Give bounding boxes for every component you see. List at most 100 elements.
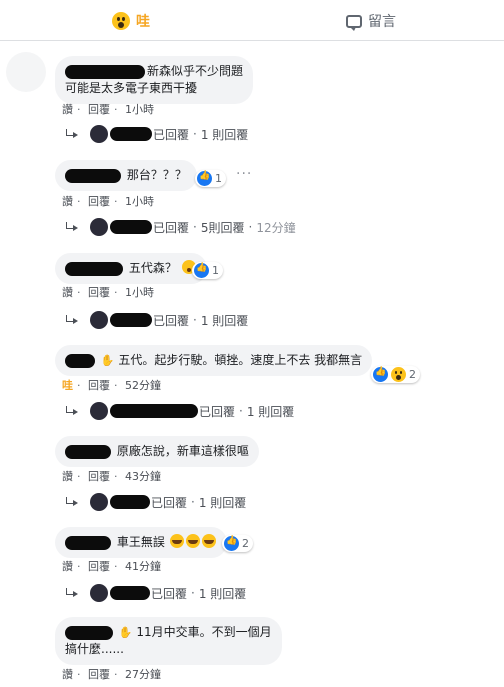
like-link[interactable]: 讚 bbox=[62, 195, 73, 208]
reaction-count-badge[interactable]: 2 bbox=[371, 366, 420, 383]
more-options-icon[interactable]: ··· bbox=[236, 166, 252, 182]
avatar[interactable] bbox=[6, 52, 46, 92]
comment-text: 新森似乎不少問題 bbox=[147, 64, 244, 78]
reply-time: 12分鐘 bbox=[256, 220, 296, 235]
timestamp[interactable]: 41分鐘 bbox=[125, 560, 161, 573]
comment-actions: 讚 · 回覆 · 43分鐘 bbox=[62, 470, 161, 483]
comment-bubble: 原廠怎說，新車這樣很嘔 bbox=[55, 436, 259, 467]
reply-count: 1 則回覆 bbox=[246, 404, 295, 419]
commenter-name-redacted[interactable] bbox=[65, 261, 123, 276]
commenter-name-redacted[interactable] bbox=[65, 444, 111, 459]
timestamp[interactable]: 1小時 bbox=[125, 103, 154, 116]
reply-count: 5則回覆 bbox=[200, 220, 245, 235]
wow-reaction-icon bbox=[391, 367, 406, 382]
comment: ✋ 11月中交車。不到一個月 搞什麼...... bbox=[55, 617, 282, 665]
replies-link[interactable]: 已回覆 · 5則回覆 · 12分鐘 bbox=[66, 218, 296, 236]
reply-arrow-icon bbox=[66, 497, 78, 507]
comment-button-label: 留言 bbox=[368, 14, 396, 30]
reaction-bar: 哇 留言 bbox=[0, 0, 504, 41]
reply-link[interactable]: 回覆 bbox=[88, 668, 110, 681]
like-link[interactable]: 讚 bbox=[62, 103, 73, 116]
wow-button[interactable]: 哇 bbox=[112, 11, 150, 31]
comment: 五代森？ bbox=[55, 253, 207, 284]
commenter-name-redacted[interactable] bbox=[65, 535, 111, 550]
timestamp[interactable]: 1小時 bbox=[125, 195, 154, 208]
comment-bubble: ✋ 11月中交車。不到一個月 搞什麼...... bbox=[55, 617, 282, 665]
reaction-count-badge[interactable]: 2 bbox=[222, 535, 253, 552]
comment-bubble: 那台？？？ bbox=[55, 160, 197, 191]
replied-text: 已回覆 bbox=[199, 404, 236, 419]
avatar bbox=[90, 402, 108, 420]
comment: 那台？？？ bbox=[55, 160, 197, 191]
hand-icon: ✋ bbox=[100, 354, 115, 367]
comment-text: 五代森？ bbox=[128, 261, 177, 275]
reply-arrow-icon bbox=[66, 588, 78, 598]
replier-name-redacted bbox=[110, 495, 150, 509]
reply-link[interactable]: 回覆 bbox=[88, 286, 110, 299]
reply-arrow-icon bbox=[66, 315, 78, 325]
commenter-name-redacted[interactable] bbox=[65, 353, 95, 368]
comment-text: 五代。起步行駛。頓挫。速度上不去 我都無言 bbox=[118, 353, 363, 367]
replies-link[interactable]: 已回覆 · 1 則回覆 bbox=[66, 402, 294, 420]
hand-icon: ✋ bbox=[118, 626, 133, 639]
reply-count: 1 則回覆 bbox=[198, 586, 247, 601]
commenter-name-redacted[interactable] bbox=[65, 168, 121, 183]
reply-link[interactable]: 回覆 bbox=[88, 379, 110, 392]
reply-link[interactable]: 回覆 bbox=[88, 103, 110, 116]
replied-text: 已回覆 bbox=[153, 220, 190, 235]
like-link[interactable]: 讚 bbox=[62, 560, 73, 573]
reaction-count-badge[interactable]: 1 bbox=[192, 262, 223, 279]
avatar bbox=[90, 218, 108, 236]
comment-text: 11月中交車。不到一個月 bbox=[136, 625, 272, 639]
like-link[interactable]: 讚 bbox=[62, 668, 73, 681]
comment-text: 車王無誤 bbox=[116, 535, 165, 549]
comment-text: 那台？？？ bbox=[126, 168, 187, 182]
like-reaction-icon bbox=[194, 263, 209, 278]
reply-link[interactable]: 回覆 bbox=[88, 560, 110, 573]
comment: 新森似乎不少問題 可能是太多電子東西干擾 bbox=[55, 56, 254, 104]
replies-link[interactable]: 已回覆 · 1 則回覆 bbox=[66, 311, 248, 329]
reply-link[interactable]: 回覆 bbox=[88, 470, 110, 483]
reply-count: 1 則回覆 bbox=[200, 127, 249, 142]
replies-link[interactable]: 已回覆 · 1 則回覆 bbox=[66, 584, 246, 602]
wow-reaction-icon bbox=[112, 12, 130, 30]
timestamp[interactable]: 52分鐘 bbox=[125, 379, 161, 392]
replies-link[interactable]: 已回覆 · 1 則回覆 bbox=[66, 493, 246, 511]
comment: 車王無誤 bbox=[55, 527, 227, 558]
reply-arrow-icon bbox=[66, 129, 78, 139]
timestamp[interactable]: 43分鐘 bbox=[125, 470, 161, 483]
replier-name-redacted bbox=[110, 127, 152, 141]
replies-link[interactable]: 已回覆 · 1 則回覆 bbox=[66, 125, 248, 143]
laughing-emoji-icon bbox=[201, 534, 216, 548]
wow-link[interactable]: 哇 bbox=[62, 379, 73, 392]
replied-text: 已回覆 bbox=[153, 313, 190, 328]
comment: 原廠怎說，新車這樣很嘔 bbox=[55, 436, 259, 467]
commenter-name-redacted[interactable] bbox=[65, 64, 145, 79]
reply-link[interactable]: 回覆 bbox=[88, 195, 110, 208]
comment-text: 可能是太多電子東西干擾 bbox=[65, 81, 198, 95]
reaction-count-badge[interactable]: 1 bbox=[195, 170, 226, 187]
comment-button[interactable]: 留言 bbox=[346, 11, 396, 31]
wow-button-label: 哇 bbox=[136, 14, 150, 30]
reply-count: 1 則回覆 bbox=[200, 313, 249, 328]
comment-actions: 讚 · 回覆 · 27分鐘 bbox=[62, 668, 161, 681]
replier-name-redacted bbox=[110, 220, 152, 234]
replier-name-redacted bbox=[110, 404, 198, 418]
avatar bbox=[90, 584, 108, 602]
like-reaction-icon bbox=[197, 171, 212, 186]
reply-arrow-icon bbox=[66, 222, 78, 232]
replied-text: 已回覆 bbox=[153, 127, 190, 142]
like-link[interactable]: 讚 bbox=[62, 286, 73, 299]
replier-name-redacted bbox=[110, 313, 152, 327]
commenter-name-redacted[interactable] bbox=[65, 625, 113, 640]
replier-name-redacted bbox=[110, 586, 150, 600]
comment-bubble: 五代森？ bbox=[55, 253, 207, 284]
like-link[interactable]: 讚 bbox=[62, 470, 73, 483]
timestamp[interactable]: 27分鐘 bbox=[125, 668, 161, 681]
reply-arrow-icon bbox=[66, 406, 78, 416]
comment-actions: 讚 · 回覆 · 1小時 bbox=[62, 286, 154, 299]
timestamp[interactable]: 1小時 bbox=[125, 286, 154, 299]
like-reaction-icon bbox=[373, 367, 388, 382]
comment-bubble-icon bbox=[346, 14, 362, 31]
laughing-emoji-icon bbox=[169, 534, 184, 548]
